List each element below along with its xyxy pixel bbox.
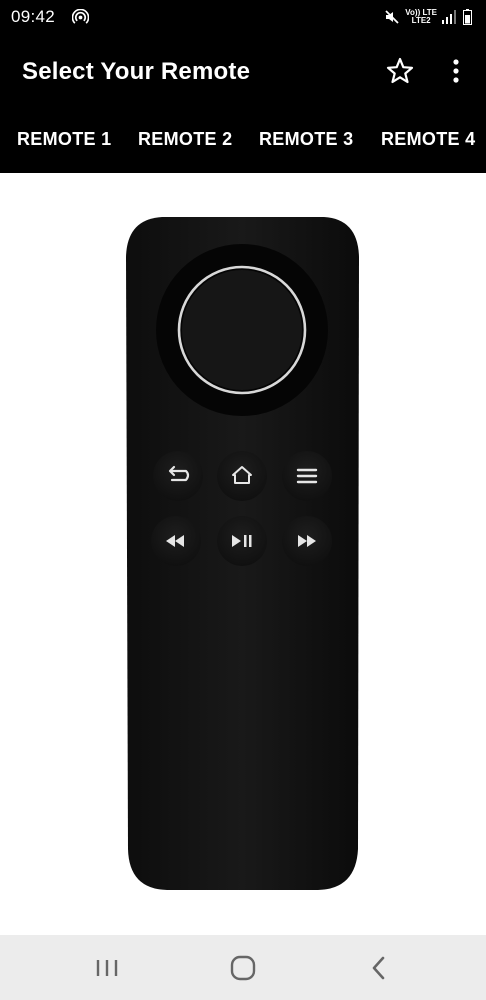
hotspot-icon: [72, 9, 89, 24]
network-bottom: LTE2: [411, 16, 431, 25]
recent-apps-icon[interactable]: [90, 953, 124, 983]
remote-image: [126, 217, 359, 890]
remote-tabs: REMOTE 1 REMOTE 2 REMOTE 3 REMOTE 4: [0, 129, 486, 155]
status-time: 09:42: [11, 7, 56, 26]
network-label: Vo)) LTE LTE2: [405, 9, 437, 25]
tab-remote-2[interactable]: REMOTE 2: [138, 129, 232, 150]
back-nav-icon[interactable]: [362, 953, 396, 983]
star-icon[interactable]: [385, 56, 415, 86]
status-bar: 09:42 Vo)) LTE LTE2: [0, 0, 486, 34]
page-title: Select Your Remote: [22, 58, 251, 85]
mute-icon: [385, 10, 399, 24]
more-vert-icon[interactable]: [445, 56, 467, 86]
tab-remote-3[interactable]: REMOTE 3: [259, 129, 353, 150]
tab-remote-4[interactable]: REMOTE 4: [381, 129, 475, 150]
play-pause-button[interactable]: [217, 516, 267, 566]
tab-remote-1[interactable]: REMOTE 1: [17, 129, 111, 150]
dpad-select[interactable]: [182, 270, 302, 390]
remote-area: [0, 173, 486, 935]
navigation-bar: [0, 935, 486, 1000]
back-button[interactable]: [153, 451, 203, 501]
home-nav-icon[interactable]: [226, 953, 260, 983]
home-button[interactable]: [217, 451, 267, 501]
signal-icon: [442, 10, 456, 24]
app-bar: Select Your Remote REMOTE 1 REMOTE 2 REM…: [0, 34, 486, 173]
status-icons: Vo)) LTE LTE2: [384, 6, 472, 28]
battery-icon: [463, 9, 472, 25]
